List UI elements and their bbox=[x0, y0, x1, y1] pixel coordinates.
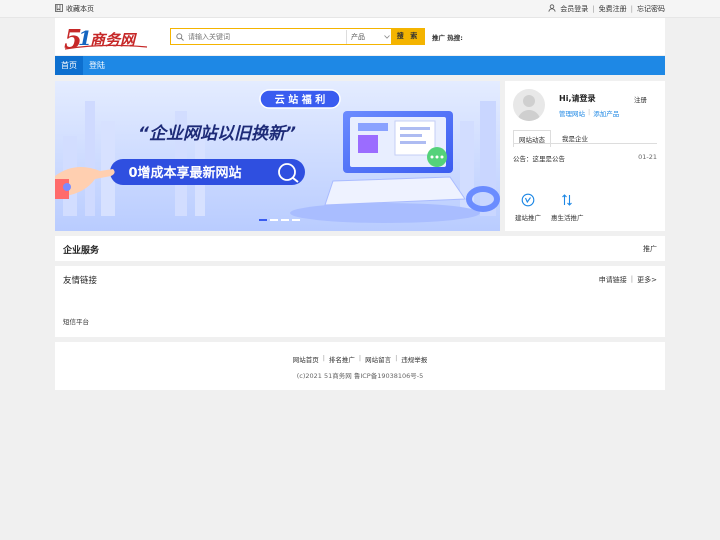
hot-search-label: 推广 热搜: bbox=[432, 34, 463, 42]
banner-badge: 云 站 福 利 bbox=[275, 93, 325, 106]
nav-item-home[interactable]: 首页 bbox=[55, 56, 83, 75]
banner-headline: “企业网站以旧换新” bbox=[138, 124, 296, 144]
copyright: (c)2021 51商务网 鲁ICP备19038106号-5 bbox=[296, 372, 424, 380]
member-login-link[interactable]: 会员登录 bbox=[560, 4, 588, 14]
site-logo[interactable]: 5 1 商务网 bbox=[63, 23, 149, 55]
friend-links-section: 友情链接 申请链接 | 更多> 短信平台 bbox=[55, 266, 665, 337]
search-icon bbox=[174, 32, 186, 41]
banner-subline: 0增成本享最新网站 bbox=[128, 165, 241, 181]
add-product-link[interactable]: 添加产品 bbox=[593, 108, 619, 118]
footer-link-guestbook[interactable]: 网站留言 bbox=[365, 354, 391, 364]
top-bar: 收藏本页 会员登录 | 免费注册 | 忘记密码 bbox=[0, 0, 720, 18]
tab-divider bbox=[513, 143, 657, 144]
services-promo-link[interactable]: 推广 bbox=[643, 244, 657, 254]
separator: | bbox=[395, 354, 398, 362]
footer-link-home[interactable]: 网站首页 bbox=[293, 354, 319, 364]
life-promo-button[interactable]: 惠生活推广 bbox=[551, 193, 584, 222]
main-nav: 首页 登陆 bbox=[55, 56, 665, 75]
login-greeting[interactable]: Hi,请登录 bbox=[559, 93, 595, 104]
footer: 网站首页 | 排名推广 | 网站留言 | 违规举报 (c)2021 51商务网 … bbox=[55, 342, 665, 390]
site-promo-icon bbox=[521, 193, 535, 209]
life-promo-label: 惠生活推广 bbox=[551, 214, 584, 222]
services-title: 企业服务 bbox=[63, 246, 100, 256]
separator: | bbox=[322, 354, 325, 362]
forgot-password-link[interactable]: 忘记密码 bbox=[637, 4, 665, 14]
search-button[interactable]: 搜 索 bbox=[391, 27, 425, 45]
user-icon bbox=[548, 4, 556, 14]
services-section: 企业服务 推广 bbox=[55, 236, 665, 261]
notice-text: 公告：这里是公告 bbox=[513, 155, 565, 163]
tab-enterprise[interactable]: 我是企业 bbox=[557, 130, 593, 147]
search-input[interactable] bbox=[186, 29, 346, 44]
search-box: 产品 搜 索 bbox=[170, 27, 425, 45]
separator: | bbox=[630, 275, 634, 283]
category-selected: 产品 bbox=[351, 32, 365, 41]
tab-site-news[interactable]: 网站动态 bbox=[513, 130, 551, 147]
notice-item[interactable]: 公告：这里是公告 01-21 bbox=[513, 153, 657, 163]
user-card: Hi,请登录 注册 管理网站 | 添加产品 网站动态 我是企业 公告：这里是公告… bbox=[505, 81, 665, 231]
header: 5 1 商务网 产品 搜 索 推广 热搜: bbox=[55, 18, 665, 55]
friend-link-item[interactable]: 短信平台 bbox=[63, 316, 89, 326]
free-register-link[interactable]: 免费注册 bbox=[599, 4, 627, 14]
bookmark-icon bbox=[55, 4, 63, 14]
avatar bbox=[513, 89, 545, 121]
register-link[interactable]: 注册 bbox=[634, 94, 647, 104]
notice-date: 01-21 bbox=[638, 153, 657, 161]
separator: | bbox=[588, 108, 591, 116]
separator: | bbox=[592, 5, 595, 13]
sort-arrows-icon bbox=[560, 193, 574, 209]
separator: | bbox=[358, 354, 362, 362]
favorite-label: 收藏本页 bbox=[66, 5, 94, 13]
footer-link-ranking[interactable]: 排名推广 bbox=[329, 354, 355, 364]
promo-banner[interactable]: 云 站 福 利 “企业网站以旧换新” 0增成本享最新网站 bbox=[55, 81, 500, 231]
apply-link[interactable]: 申请链接 bbox=[599, 275, 627, 285]
chevron-down-icon bbox=[384, 33, 390, 41]
favorite-link[interactable]: 收藏本页 bbox=[55, 4, 94, 14]
friend-links-title: 友情链接 bbox=[63, 276, 98, 286]
site-promo-button[interactable]: 建站推广 bbox=[515, 193, 541, 222]
nav-item-login[interactable]: 登陆 bbox=[83, 56, 111, 75]
separator: | bbox=[630, 5, 633, 13]
footer-link-report[interactable]: 违规举报 bbox=[401, 354, 427, 364]
manage-site-link[interactable]: 管理网站 bbox=[559, 108, 585, 118]
category-select[interactable]: 产品 bbox=[346, 29, 394, 44]
site-promo-label: 建站推广 bbox=[515, 214, 541, 222]
more-links[interactable]: 更多> bbox=[637, 275, 657, 285]
